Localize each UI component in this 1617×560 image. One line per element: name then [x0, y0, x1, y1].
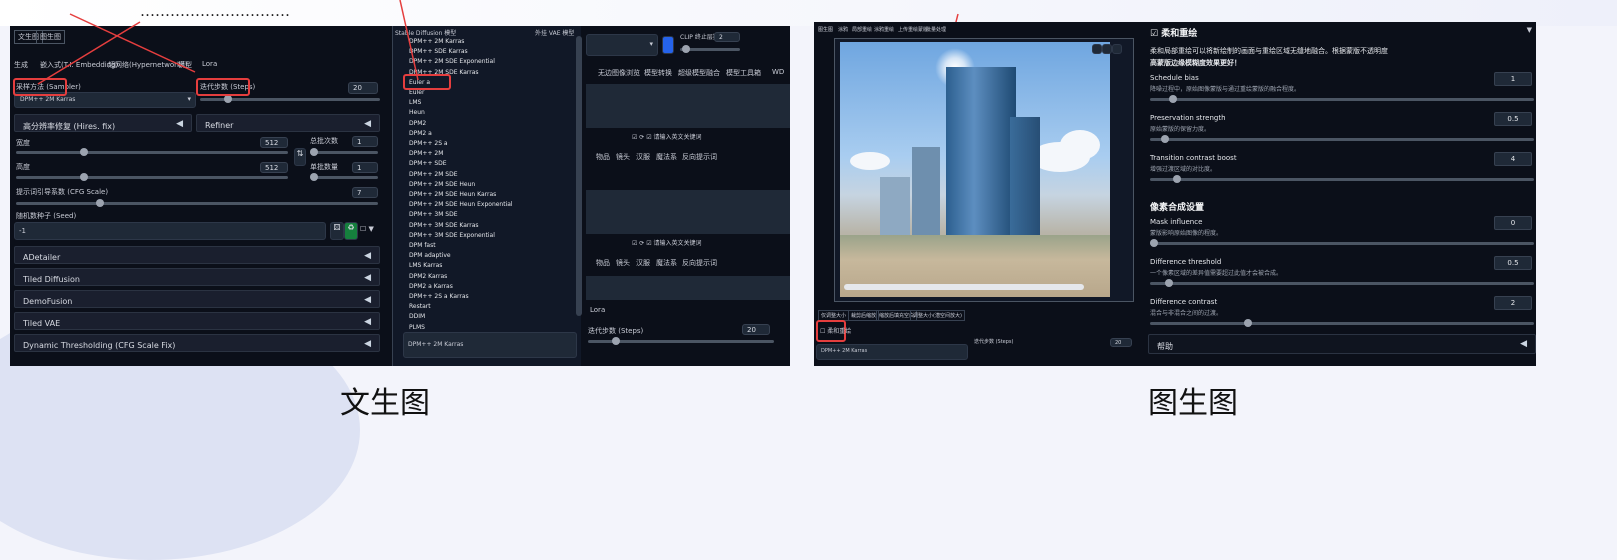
param-label: Mask influence — [1150, 218, 1203, 226]
help-accordion[interactable]: 帮助 ◀ — [1148, 334, 1536, 354]
annotation-line — [37, 21, 141, 85]
soft-inpaint-checkbox[interactable]: ☐ 柔和重绘 — [820, 326, 851, 335]
soft-inpaint-label: 柔和重绘 — [827, 328, 852, 335]
tower-far — [880, 177, 910, 237]
param-slider-thumb[interactable] — [1172, 175, 1181, 183]
param-label: Difference threshold — [1150, 258, 1222, 266]
canvas-tool-icon[interactable] — [1092, 44, 1102, 54]
tower-main — [946, 67, 1016, 237]
param-slider[interactable] — [1150, 279, 1534, 287]
canvas-tool-icon[interactable] — [1102, 44, 1112, 54]
param-slider-thumb[interactable] — [1244, 319, 1252, 327]
param-value-input[interactable]: 4 — [1494, 152, 1532, 166]
img2img-tab[interactable]: 批量处理 — [926, 26, 946, 33]
annotation-line — [69, 13, 196, 73]
img2img-tab[interactable]: 涂鸦重绘 — [874, 26, 894, 33]
param-slider-thumb[interactable] — [1165, 279, 1174, 287]
close-icon[interactable] — [1112, 44, 1122, 54]
resize-mode-option[interactable]: 裁剪后缩放 — [848, 310, 880, 321]
param-description: 降噪过程中，原始图像蒙版与通过重绘蒙版的融合程度。 — [1150, 86, 1301, 93]
img2img-tab[interactable]: 局部重绘 — [852, 26, 872, 33]
composite-title: 像素合成设置 — [1150, 203, 1205, 213]
help-label: 帮助 — [1157, 342, 1173, 351]
cloud — [850, 152, 890, 170]
soft-inpaint-panel: ☑ 柔和重绘 ▼ 柔和局部重绘可以将新绘制的画面与重绘区域无缝地融合。根据蒙版不… — [1148, 22, 1536, 366]
param-description: 蒙版影响原始图像的程度。 — [1150, 230, 1223, 237]
sampler-value: DPM++ 2M Karras — [821, 348, 868, 354]
steps-input[interactable]: 20 — [1110, 338, 1132, 347]
param-description: 混合与非混合之间的过渡。 — [1150, 310, 1223, 317]
param-slider[interactable] — [1150, 319, 1534, 327]
collapse-icon: ◀ — [1520, 339, 1527, 349]
panel-title-text: 柔和重绘 — [1161, 29, 1198, 39]
caption-img2img: 图生图 — [1148, 386, 1238, 421]
top-text: ………………………… — [140, 2, 290, 20]
param-description: 原始蒙版的保留力度。 — [1150, 126, 1211, 133]
panel-title: ☑ 柔和重绘 — [1150, 29, 1198, 39]
caption-txt2img: 文生图 — [340, 386, 430, 421]
tower-side — [1010, 117, 1040, 237]
param-label: Preservation strength — [1150, 114, 1226, 122]
img2img-screenshot: 图生图 涂鸦 局部重绘 涂鸦重绘 上传重绘蒙版 批量处理 仅调整大小 裁剪后缩放 缩放后填充空… — [814, 22, 1536, 366]
tower-mid — [912, 147, 940, 237]
param-description: 一个像素区域的差异值需要超过此值才会被合成。 — [1150, 270, 1283, 277]
img2img-tab[interactable]: 上传重绘蒙版 — [898, 26, 928, 33]
param-label: Transition contrast boost — [1150, 154, 1237, 162]
param-value-input[interactable]: 0.5 — [1494, 256, 1532, 270]
param-value-input[interactable]: 0.5 — [1494, 112, 1532, 126]
collapse-icon[interactable]: ▼ — [1527, 26, 1532, 34]
param-slider[interactable] — [1150, 239, 1534, 247]
canvas-scrollbar[interactable] — [844, 284, 1084, 290]
param-label: Difference contrast — [1150, 298, 1218, 306]
param-value-input[interactable]: 2 — [1494, 296, 1532, 310]
img2img-tab[interactable]: 图生图 — [818, 26, 833, 33]
panel-intro: 柔和局部重绘可以将新绘制的画面与重绘区域无缝地融合。根据蒙版不透明度 — [1150, 47, 1388, 55]
param-description: 增强过渡区域的对比度。 — [1150, 166, 1217, 173]
param-slider-thumb[interactable] — [1168, 95, 1177, 103]
resize-mode-option[interactable]: 调整大小(潜空间放大) — [910, 310, 965, 321]
param-slider-thumb[interactable] — [1161, 135, 1170, 143]
annotation-line — [399, 0, 419, 81]
panel-intro-2: 高蒙版边缘模糊度效果更好！ — [1150, 59, 1241, 67]
img2img-tab[interactable]: 涂鸦 — [838, 26, 848, 33]
param-slider[interactable] — [1150, 135, 1534, 143]
param-value-input[interactable]: 1 — [1494, 72, 1532, 86]
param-slider[interactable] — [1150, 95, 1534, 103]
param-value-input[interactable]: 0 — [1494, 216, 1532, 230]
city-photo — [840, 42, 1110, 297]
cloud — [1060, 130, 1100, 160]
param-label: Schedule bias — [1150, 74, 1199, 82]
param-slider-thumb[interactable] — [1150, 239, 1158, 247]
steps-label: 迭代步数 (Steps) — [974, 339, 1014, 345]
sampler-select[interactable]: DPM++ 2M Karras — [816, 344, 968, 360]
param-slider[interactable] — [1150, 175, 1534, 183]
